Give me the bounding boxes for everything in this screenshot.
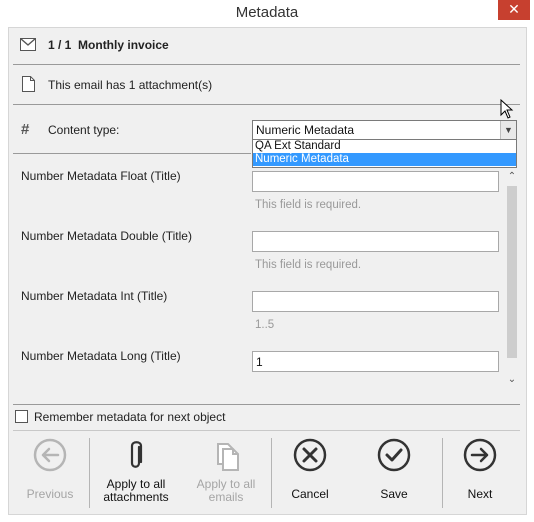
mouse-cursor-icon <box>500 98 514 122</box>
apply-to-all-emails-button[interactable]: Apply to all emails <box>191 438 261 504</box>
dropdown-option-numeric-metadata[interactable]: Numeric Metadata <box>253 153 516 166</box>
next-button[interactable]: Next <box>449 438 511 501</box>
previous-label: Previous <box>26 487 74 501</box>
number-double-input[interactable] <box>252 231 499 252</box>
button-separator <box>271 438 272 508</box>
number-int-input[interactable] <box>252 291 499 312</box>
attachment-info-text: This email has 1 attachment(s) <box>48 78 213 92</box>
copy-documents-icon <box>191 438 261 472</box>
hash-icon: # <box>21 121 30 138</box>
previous-button[interactable]: Previous <box>19 438 81 501</box>
email-subject: Monthly invoice <box>78 38 169 52</box>
content-type-label: Content type: <box>48 123 120 137</box>
document-icon <box>22 76 35 95</box>
envelope-icon <box>20 37 36 54</box>
field-hint-int: 1..5 <box>255 319 275 331</box>
field-label-double: Number Metadata Double (Title) <box>21 229 192 243</box>
save-button[interactable]: Save <box>363 438 425 501</box>
scrollbar-thumb[interactable] <box>507 186 517 358</box>
cancel-button[interactable]: Cancel <box>279 438 341 501</box>
metadata-panel: 1 / 1 Monthly invoice This email has 1 a… <box>8 27 527 515</box>
divider <box>13 64 520 65</box>
cancel-label: Cancel <box>291 487 329 501</box>
arrow-right-circle-icon <box>449 438 511 472</box>
number-float-input[interactable] <box>252 171 499 192</box>
apply-emails-line2: emails <box>208 490 244 504</box>
divider <box>13 430 520 431</box>
check-circle-icon <box>363 438 425 472</box>
chevron-down-icon[interactable]: ⌄ <box>505 373 519 387</box>
divider <box>13 153 251 154</box>
field-hint-double: This field is required. <box>255 259 362 271</box>
content-type-select[interactable]: Numeric Metadata ▼ <box>252 120 517 140</box>
email-counter: 1 / 1 <box>48 38 72 52</box>
save-label: Save <box>380 487 408 501</box>
remember-label: Remember metadata for next object <box>34 410 226 424</box>
chevron-up-icon[interactable]: ⌃ <box>505 170 519 184</box>
number-long-input[interactable]: 1 <box>252 351 499 372</box>
content-type-selected: Numeric Metadata <box>256 123 355 137</box>
field-label-long: Number Metadata Long (Title) <box>21 349 181 363</box>
close-button[interactable]: ✕ <box>498 0 530 20</box>
title-bar: Metadata ✕ <box>0 0 534 27</box>
apply-attachments-line2: attachments <box>103 490 169 504</box>
field-label-float: Number Metadata Float (Title) <box>21 169 181 183</box>
x-circle-icon <box>279 438 341 472</box>
header-title: 1 / 1 Monthly invoice <box>48 38 169 52</box>
window-title: Metadata <box>235 4 299 21</box>
button-separator <box>89 438 90 508</box>
divider <box>13 404 520 405</box>
dropdown-option-qa-ext-standard[interactable]: QA Ext Standard <box>253 140 516 153</box>
field-hint-float: This field is required. <box>255 199 362 211</box>
field-label-int: Number Metadata Int (Title) <box>21 289 168 303</box>
next-label: Next <box>467 487 493 501</box>
divider <box>13 104 520 105</box>
apply-to-all-attachments-button[interactable]: Apply to all attachments <box>101 438 171 504</box>
form-scrollbar[interactable]: ⌃ ⌄ <box>505 168 519 390</box>
remember-checkbox[interactable] <box>15 410 28 423</box>
content-type-dropdown: QA Ext Standard Numeric Metadata <box>252 139 517 168</box>
arrow-left-circle-icon <box>19 438 81 472</box>
paperclip-icon <box>101 438 171 472</box>
chevron-down-icon[interactable]: ▼ <box>500 121 516 139</box>
button-separator <box>442 438 443 508</box>
